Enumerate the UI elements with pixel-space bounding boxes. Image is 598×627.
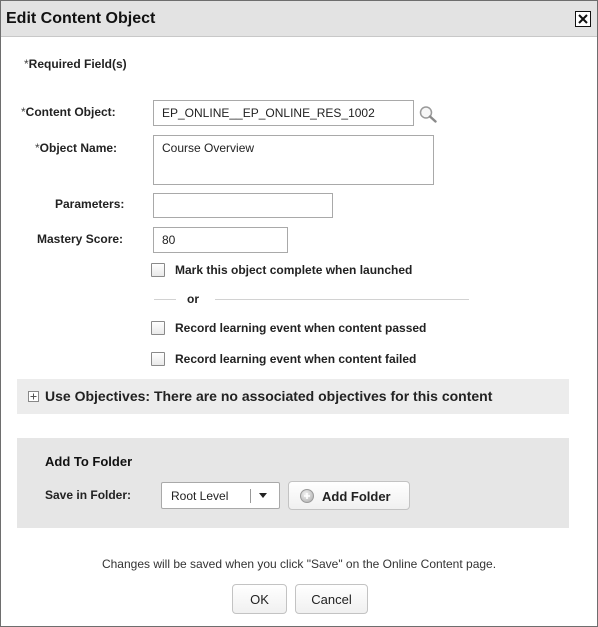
dialog-title: Edit Content Object (6, 10, 156, 27)
mastery-score-label: Mastery Score: (37, 232, 124, 246)
parameters-label: Parameters: (55, 197, 125, 211)
mark-complete-row: Mark this object complete when launched (151, 263, 412, 277)
save-note: Changes will be saved when you click "Sa… (101, 557, 497, 571)
content-object-label-text: Content Object: (25, 105, 116, 119)
add-folder-button[interactable]: Add Folder (288, 481, 410, 510)
required-fields-note: *Required Field(s) (24, 57, 127, 71)
add-to-folder-panel: Add To Folder Save in Folder: Root Level… (17, 438, 569, 528)
select-divider (250, 489, 251, 503)
add-to-folder-title: Add To Folder (45, 454, 133, 469)
mastery-score-field[interactable]: 80 (153, 227, 288, 253)
close-icon (578, 14, 588, 24)
chevron-down-icon (259, 493, 267, 498)
record-failed-label: Record learning event when content faile… (175, 352, 417, 366)
edit-content-object-dialog: Edit Content Object *Required Field(s) *… (0, 0, 598, 627)
parameters-field[interactable] (153, 193, 333, 218)
dialog-titlebar: Edit Content Object (1, 1, 597, 37)
record-passed-checkbox[interactable] (151, 321, 165, 335)
record-failed-checkbox[interactable] (151, 352, 165, 366)
record-passed-label: Record learning event when content passe… (175, 321, 427, 335)
mark-complete-checkbox[interactable] (151, 263, 165, 277)
or-text: or (187, 292, 199, 306)
ok-button[interactable]: OK (232, 584, 287, 614)
close-button[interactable] (575, 11, 591, 27)
content-object-label: *Content Object: (21, 105, 116, 119)
or-divider-left (154, 299, 176, 300)
objectives-text[interactable]: Use Objectives: There are no associated … (45, 388, 492, 404)
folder-select[interactable]: Root Level (161, 482, 280, 509)
mark-complete-label: Mark this object complete when launched (175, 263, 413, 277)
object-name-label-text: Object Name: (39, 141, 118, 155)
magnifier-icon[interactable] (418, 105, 438, 123)
save-in-folder-label: Save in Folder: (45, 488, 132, 502)
record-passed-row: Record learning event when content passe… (151, 321, 426, 335)
plus-box-icon[interactable] (28, 391, 39, 402)
add-folder-label: Add Folder (322, 489, 391, 504)
record-failed-row: Record learning event when content faile… (151, 352, 416, 366)
folder-select-value: Root Level (171, 489, 229, 503)
content-object-field[interactable]: EP_ONLINE__EP_ONLINE_RES_1002 (153, 100, 414, 126)
or-divider-right (215, 299, 469, 300)
object-name-label: *Object Name: (35, 141, 117, 155)
add-circle-icon (300, 489, 314, 503)
object-name-field[interactable]: Course Overview (153, 135, 434, 185)
cancel-button[interactable]: Cancel (295, 584, 368, 614)
objectives-section: Use Objectives: There are no associated … (17, 379, 569, 414)
required-fields-text: Required Field(s) (28, 57, 127, 71)
